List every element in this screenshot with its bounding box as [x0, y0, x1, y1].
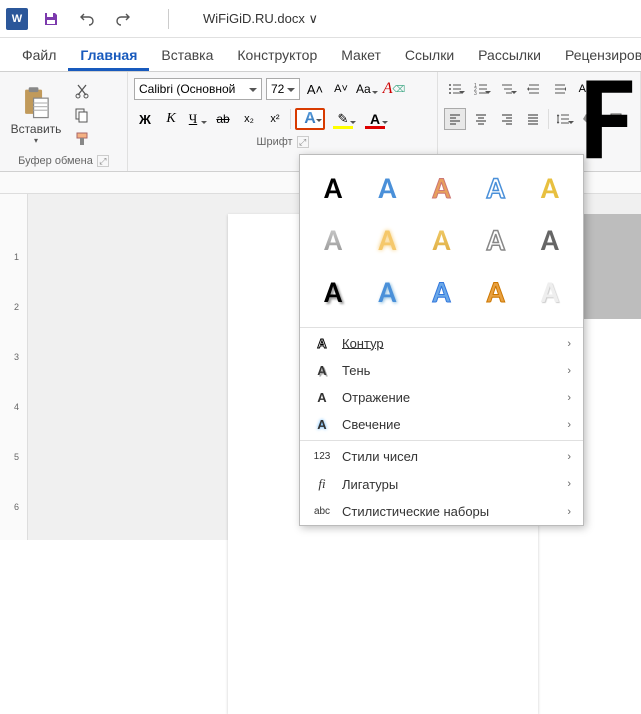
tab-design[interactable]: Конструктор [225, 39, 329, 71]
tab-references[interactable]: Ссылки [393, 39, 466, 71]
format-painter-button[interactable] [70, 128, 94, 150]
bullets-button[interactable] [444, 78, 466, 100]
clipboard-launcher[interactable]: ⤢ [97, 155, 109, 167]
canvas-text-letter: F [580, 45, 635, 191]
save-button[interactable] [38, 6, 64, 32]
tab-insert[interactable]: Вставка [149, 39, 225, 71]
menu-stylistic-sets-label: Стилистические наборы [342, 504, 489, 519]
tab-layout[interactable]: Макет [329, 39, 393, 71]
font-color-button[interactable]: A [361, 108, 389, 130]
menu-glow[interactable]: A Свечение › [300, 411, 583, 438]
menu-reflection-label: Отражение [342, 390, 410, 405]
highlight-button[interactable]: ✎ [329, 108, 357, 130]
underline-button[interactable]: Ч [186, 108, 208, 130]
text-effect-preset-9[interactable]: A [471, 217, 521, 263]
text-effect-preset-8[interactable]: A [416, 217, 466, 263]
chevron-right-icon: › [567, 451, 571, 463]
document-title[interactable]: WiFiGiD.RU.docx ∨ [183, 11, 318, 27]
clipboard-group-label: Буфер обмена [18, 155, 93, 167]
decrease-indent-button[interactable] [522, 78, 544, 100]
tab-file[interactable]: Файл [10, 39, 68, 71]
text-effect-preset-15[interactable]: A [525, 269, 575, 315]
text-effects-dropdown: A A A A A A A A A A A A A A A A Контур ›… [299, 154, 584, 526]
align-center-button[interactable] [470, 108, 492, 130]
chevron-right-icon: › [567, 338, 571, 350]
bold-button[interactable]: Ж [134, 108, 156, 130]
paste-label: Вставить [11, 122, 62, 136]
shrink-font-button[interactable]: A˅ [330, 78, 352, 100]
text-effect-preset-13[interactable]: A [416, 269, 466, 315]
text-effect-preset-1[interactable]: A [308, 165, 358, 211]
app-word-icon: W [6, 8, 28, 30]
text-effect-preset-12[interactable]: A [362, 269, 412, 315]
stylistic-sets-icon: abc [312, 506, 332, 517]
menu-ligatures[interactable]: fi Лигатуры › [300, 470, 583, 498]
align-left-button[interactable] [444, 108, 466, 130]
shadow-icon: A [312, 363, 332, 378]
subscript-button[interactable]: x₂ [238, 108, 260, 130]
line-spacing-button[interactable] [553, 108, 575, 130]
svg-text:3: 3 [474, 91, 477, 96]
text-effects-gallery: A A A A A A A A A A A A A A A [300, 155, 583, 325]
text-effect-preset-11[interactable]: A [308, 269, 358, 315]
chevron-right-icon: › [567, 506, 571, 518]
menu-ligatures-label: Лигатуры [342, 477, 398, 492]
italic-button[interactable]: К [160, 108, 182, 130]
group-clipboard: Вставить ▾ Буфер обмена ⤢ [0, 72, 128, 171]
outline-icon: A [312, 336, 332, 351]
clear-formatting-button[interactable]: A⌫ [383, 78, 406, 100]
text-effect-preset-10[interactable]: A [525, 217, 575, 263]
reflection-icon: A [312, 390, 332, 405]
increase-indent-button[interactable] [548, 78, 570, 100]
menu-number-styles[interactable]: 123 Стили чисел › [300, 443, 583, 470]
cut-button[interactable] [70, 80, 94, 102]
menu-shadow[interactable]: A Тень › [300, 357, 583, 384]
redo-button[interactable] [110, 6, 136, 32]
multilevel-button[interactable] [496, 78, 518, 100]
chevron-right-icon: › [567, 419, 571, 431]
chevron-right-icon: › [567, 392, 571, 404]
justify-button[interactable] [522, 108, 544, 130]
numbers-icon: 123 [312, 451, 332, 462]
text-effect-preset-2[interactable]: A [362, 165, 412, 211]
menu-reflection[interactable]: A Отражение › [300, 384, 583, 411]
menu-number-styles-label: Стили чисел [342, 449, 418, 464]
align-right-button[interactable] [496, 108, 518, 130]
vertical-ruler[interactable]: 1 2 3 4 5 6 [0, 194, 28, 540]
text-effect-preset-14[interactable]: A [471, 269, 521, 315]
change-case-button[interactable]: Aa [356, 78, 379, 100]
text-effect-preset-4[interactable]: A [471, 165, 521, 211]
font-name-combo[interactable]: Calibri (Основной [134, 78, 262, 100]
title-bar: W WiFiGiD.RU.docx ∨ [0, 0, 641, 38]
glow-icon: A [312, 417, 332, 432]
superscript-button[interactable]: x² [264, 108, 286, 130]
paste-button[interactable]: Вставить ▾ [6, 74, 66, 153]
text-effect-preset-7[interactable]: A [362, 217, 412, 263]
tab-mailings[interactable]: Рассылки [466, 39, 553, 71]
numbering-button[interactable]: 123 [470, 78, 492, 100]
font-size-combo[interactable]: 72 [266, 78, 300, 100]
menu-stylistic-sets[interactable]: abc Стилистические наборы › [300, 498, 583, 525]
tab-home[interactable]: Главная [68, 39, 149, 71]
ribbon-tabs: Файл Главная Вставка Конструктор Макет С… [0, 38, 641, 72]
text-effects-button[interactable]: A [295, 108, 325, 130]
chevron-right-icon: › [567, 478, 571, 490]
ligatures-icon: fi [312, 476, 332, 492]
grow-font-button[interactable]: A˄ [304, 78, 326, 100]
menu-outline[interactable]: A Контур › [300, 330, 583, 357]
copy-button[interactable] [70, 104, 94, 126]
font-group-label: Шрифт [256, 136, 292, 148]
menu-glow-label: Свечение [342, 417, 401, 432]
text-effect-preset-3[interactable]: A [416, 165, 466, 211]
undo-button[interactable] [74, 6, 100, 32]
text-effect-preset-6[interactable]: A [308, 217, 358, 263]
qat-divider [168, 9, 169, 29]
text-effect-preset-5[interactable]: A [525, 165, 575, 211]
menu-shadow-label: Тень [342, 363, 370, 378]
font-launcher[interactable]: ⤢ [297, 136, 309, 148]
strikethrough-button[interactable]: ab [212, 108, 234, 130]
menu-outline-label: Контур [342, 336, 384, 351]
chevron-right-icon: › [567, 365, 571, 377]
